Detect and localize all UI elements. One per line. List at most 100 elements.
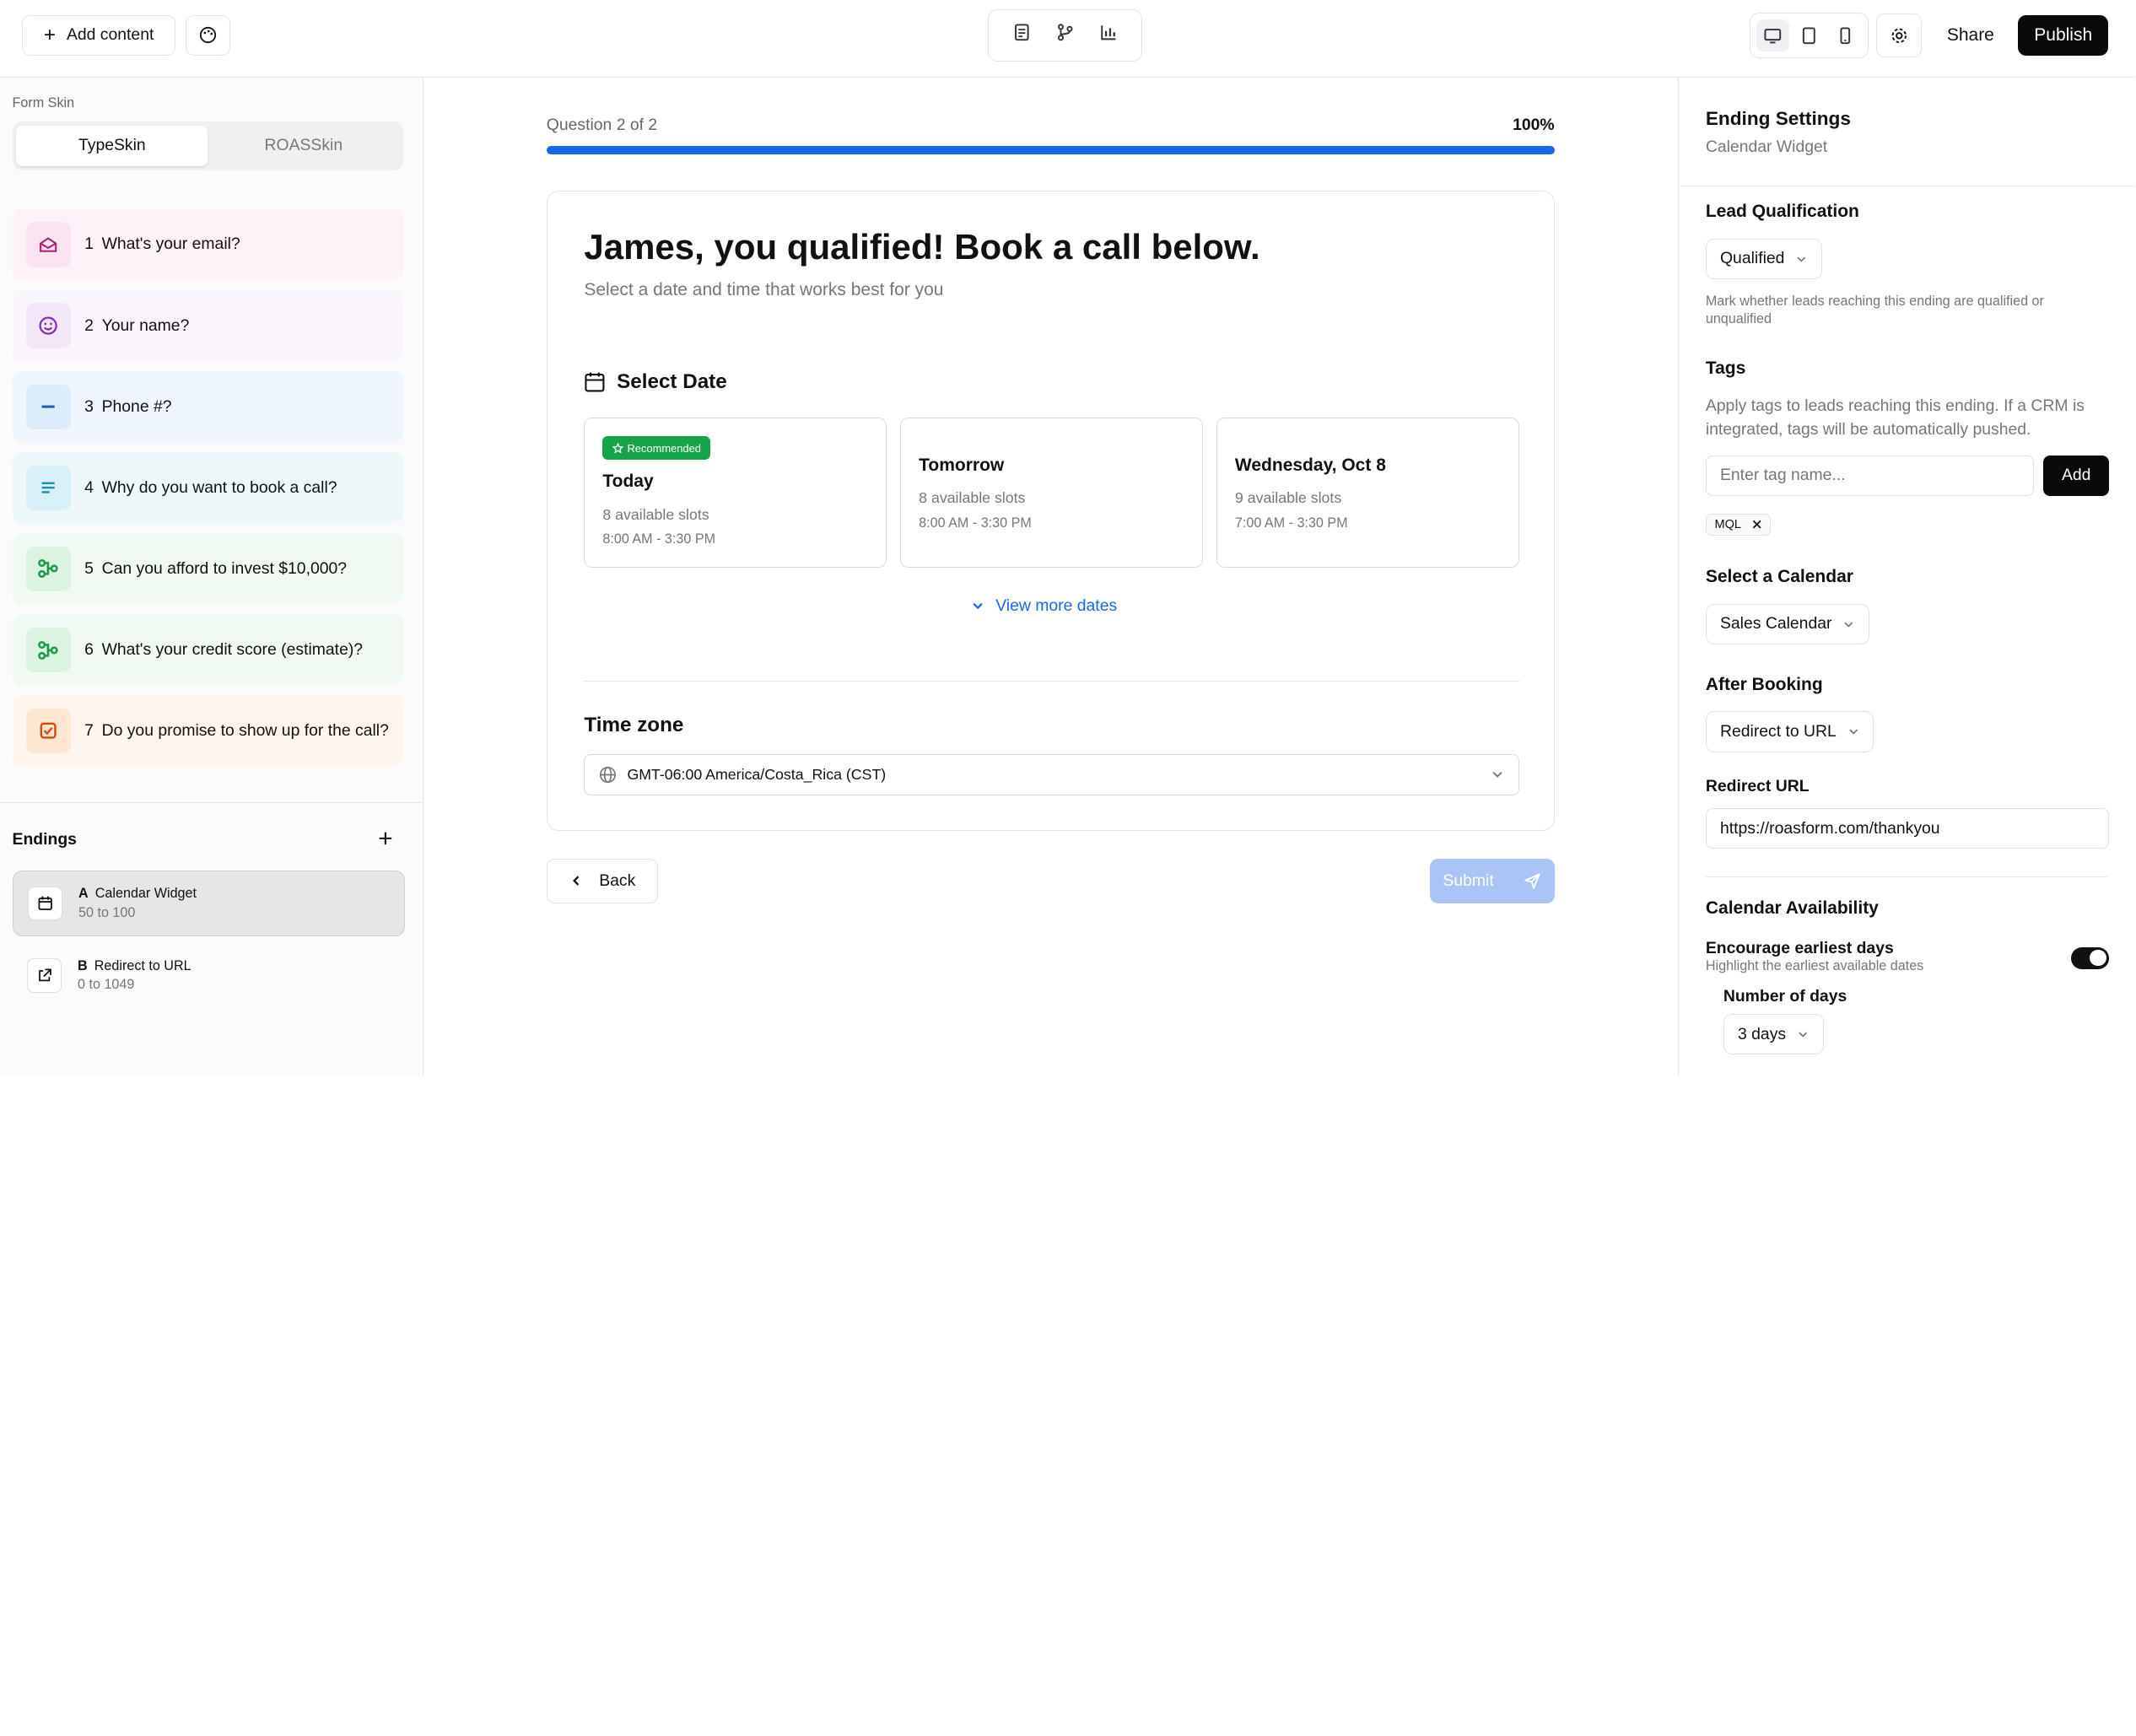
branch-icon bbox=[25, 627, 71, 673]
device-preview-group bbox=[1750, 12, 1869, 59]
question-item[interactable]: 3 Phone #? bbox=[12, 370, 404, 443]
branch-icon bbox=[25, 546, 71, 592]
form-view-button[interactable] bbox=[1012, 23, 1032, 48]
tags-help: Apply tags to leads reaching this ending… bbox=[1705, 396, 2085, 439]
tablet-icon bbox=[1802, 27, 1815, 44]
ending-settings-panel: Ending Settings Calendar Widget Lead Qua… bbox=[1677, 78, 2136, 1076]
question-item[interactable]: 7 Do you promise to show up for the call? bbox=[12, 694, 404, 768]
question-label: What's your credit score (estimate)? bbox=[101, 639, 364, 659]
calendar-icon bbox=[585, 372, 605, 392]
tag-name-input[interactable]: Enter tag name... bbox=[1705, 455, 2035, 496]
skin-option-roasskin[interactable]: ROASSkin bbox=[208, 126, 399, 166]
redirect-url-input[interactable]: https://roasform.com/thankyou bbox=[1705, 807, 2109, 849]
skin-toggle: TypeSkin ROASSkin bbox=[12, 121, 404, 170]
lead-qualification-help: Mark whether leads reaching this ending … bbox=[1705, 294, 2044, 327]
add-content-label: Add content bbox=[66, 25, 154, 45]
external-link-icon bbox=[27, 958, 62, 993]
after-booking-select[interactable]: Redirect to URL bbox=[1705, 711, 1874, 752]
settings-button[interactable] bbox=[1876, 13, 1922, 57]
question-item[interactable]: 2 Your name? bbox=[12, 289, 404, 362]
close-icon[interactable] bbox=[1752, 520, 1761, 529]
add-tag-button[interactable]: Add bbox=[2043, 455, 2109, 496]
ending-range: 0 to 1049 bbox=[78, 977, 135, 993]
gear-icon bbox=[1891, 28, 1907, 43]
chevron-left-icon bbox=[572, 876, 579, 886]
chevron-down-icon bbox=[1799, 1032, 1808, 1038]
question-label: What's your email? bbox=[101, 235, 240, 254]
question-item[interactable]: 1 What's your email? bbox=[12, 208, 404, 281]
desktop-preview-button[interactable] bbox=[1756, 19, 1789, 52]
ending-title: Redirect to URL bbox=[94, 957, 191, 973]
phone-icon bbox=[1840, 27, 1851, 44]
mail-open-icon bbox=[25, 222, 71, 267]
calendar-card: James, you qualified! Book a call below.… bbox=[546, 191, 1556, 832]
back-button[interactable]: Back bbox=[546, 858, 659, 903]
date-option-tomorrow[interactable]: Tomorrow 8 available slots 8:00 AM - 3:3… bbox=[900, 418, 1203, 568]
after-booking-title: After Booking bbox=[1705, 674, 1823, 694]
timezone-select[interactable]: GMT-06:00 America/Costa_Rica (CST) bbox=[584, 754, 1519, 795]
text-lines-icon bbox=[25, 465, 71, 510]
ending-item-a[interactable]: A Calendar Widget 50 to 100 bbox=[12, 871, 405, 936]
calendar-select[interactable]: Sales Calendar bbox=[1705, 603, 1870, 645]
share-button[interactable]: Share bbox=[1939, 15, 2002, 56]
tag-chip: MQL bbox=[1705, 513, 1771, 536]
checkbox-icon bbox=[25, 708, 71, 754]
progress-fill bbox=[546, 145, 1556, 154]
logic-view-button[interactable] bbox=[1055, 23, 1075, 48]
view-more-dates-link[interactable]: View more dates bbox=[971, 596, 1117, 616]
add-content-button[interactable]: + Add content bbox=[21, 14, 176, 57]
card-divider bbox=[584, 681, 1519, 682]
date-option-wednesday[interactable]: Wednesday, Oct 8 9 available slots 7:00 … bbox=[1216, 418, 1519, 568]
number-of-days-label: Number of days bbox=[1723, 986, 1847, 1005]
question-item[interactable]: 6 What's your credit score (estimate)? bbox=[12, 613, 404, 687]
progress-percent: 100% bbox=[1513, 116, 1555, 135]
minus-icon bbox=[25, 384, 71, 429]
tag-label: MQL bbox=[1714, 517, 1741, 531]
tablet-preview-button[interactable] bbox=[1793, 19, 1826, 52]
date-hours: 7:00 AM - 3:30 PM bbox=[1234, 515, 1348, 531]
calendar-availability-title: Calendar Availability bbox=[1705, 898, 1879, 918]
encourage-earliest-toggle[interactable] bbox=[2070, 946, 2109, 969]
page-subtitle: Select a date and time that works best f… bbox=[584, 280, 944, 300]
calendar-value: Sales Calendar bbox=[1719, 614, 1832, 633]
lead-qualification-select[interactable]: Qualified bbox=[1705, 238, 1823, 280]
back-label: Back bbox=[599, 871, 636, 890]
question-item[interactable]: 4 Why do you want to book a call? bbox=[12, 451, 404, 525]
skin-option-typeskin[interactable]: TypeSkin bbox=[16, 125, 208, 167]
question-label: Can you afford to invest $10,000? bbox=[101, 558, 348, 578]
date-slots: 8 available slots bbox=[602, 505, 709, 523]
question-label: Do you promise to show up for the call? bbox=[101, 721, 389, 741]
number-of-days-select[interactable]: 3 days bbox=[1723, 1013, 1824, 1055]
submit-button[interactable]: Submit bbox=[1429, 858, 1556, 903]
question-number: 3 bbox=[84, 396, 94, 416]
ending-item-b[interactable]: B Redirect to URL 0 to 1049 bbox=[13, 943, 405, 1009]
page-title: James, you qualified! Book a call below. bbox=[584, 227, 1260, 267]
lead-qualification-value: Qualified bbox=[1719, 249, 1785, 268]
encourage-earliest-help: Highlight the earliest available dates bbox=[1705, 957, 1924, 973]
chevron-down-icon bbox=[1844, 622, 1853, 628]
number-of-days-value: 3 days bbox=[1737, 1024, 1787, 1043]
recommended-badge: Recommended bbox=[602, 436, 711, 460]
publish-button[interactable]: Publish bbox=[2018, 14, 2109, 57]
date-option-today[interactable]: Recommended Today 8 available slots 8:00… bbox=[584, 418, 887, 568]
question-number: 2 bbox=[84, 315, 94, 335]
ending-range: 50 to 100 bbox=[78, 904, 136, 920]
mobile-preview-button[interactable] bbox=[1829, 19, 1862, 52]
settings-divider bbox=[1705, 876, 2108, 877]
date-hours: 8:00 AM - 3:30 PM bbox=[602, 531, 716, 547]
settings-subtitle: Calendar Widget bbox=[1705, 137, 1828, 157]
progress-bar bbox=[546, 145, 1556, 154]
select-date-heading: Select Date bbox=[584, 370, 727, 394]
palette-button[interactable] bbox=[185, 14, 230, 57]
encourage-earliest-label: Encourage earliest days bbox=[1705, 938, 1894, 957]
analytics-view-button[interactable] bbox=[1099, 23, 1119, 48]
recommended-label: Recommended bbox=[627, 441, 701, 455]
toggle-knob bbox=[2090, 949, 2106, 967]
question-label: Why do you want to book a call? bbox=[101, 477, 337, 497]
add-ending-button[interactable] bbox=[375, 828, 396, 849]
redirect-url-label: Redirect URL bbox=[1705, 776, 1810, 795]
question-number: 7 bbox=[84, 721, 94, 741]
question-item[interactable]: 5 Can you afford to invest $10,000? bbox=[12, 532, 404, 606]
bar-chart-icon bbox=[1100, 25, 1116, 40]
send-icon bbox=[1524, 873, 1540, 889]
